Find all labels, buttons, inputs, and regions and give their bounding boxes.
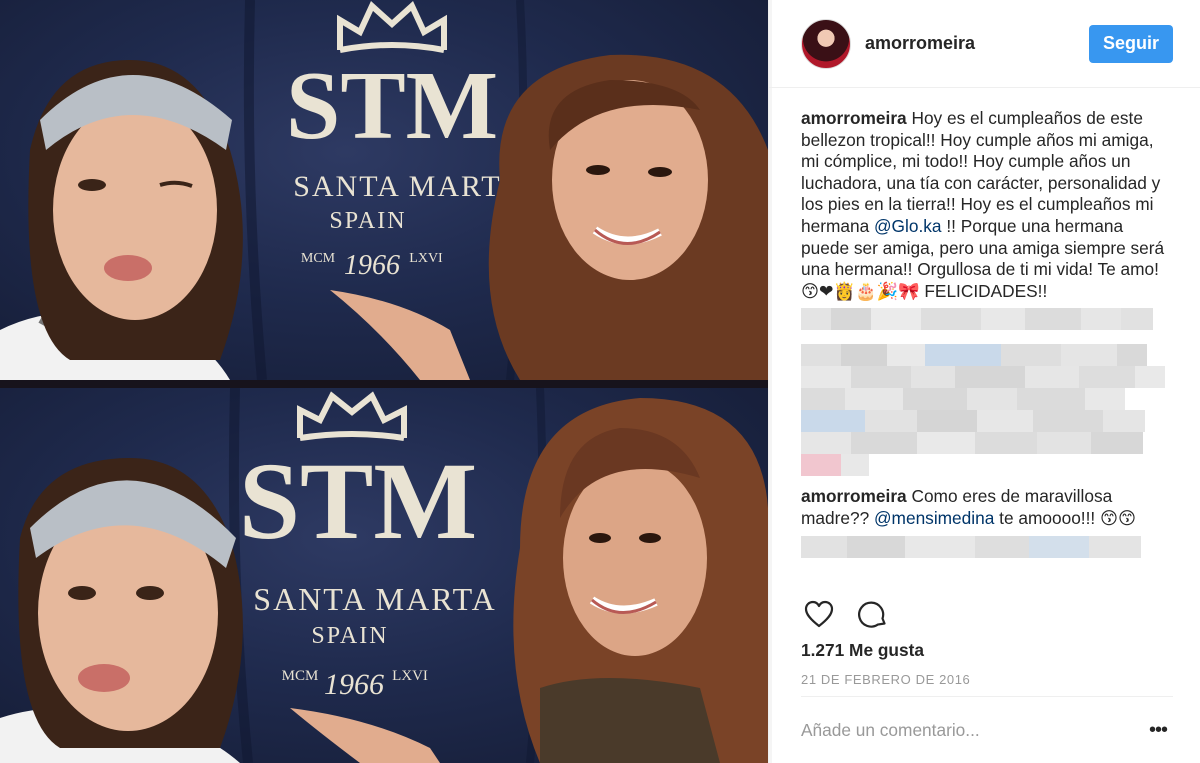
brand-country-2: SPAIN	[311, 623, 388, 649]
brand-country: SPAIN	[329, 208, 406, 234]
blurred-line	[801, 388, 1173, 411]
photo-panel-bottom: STM SANTA MARTA SPAIN MCM 1966 LXVI	[0, 388, 768, 763]
comment-bubble-icon	[858, 601, 886, 628]
likes-count[interactable]: 1.271 Me gusta	[801, 640, 924, 661]
person-left	[0, 60, 243, 380]
caption-username[interactable]: amorromeira	[801, 108, 907, 128]
blurred-line	[801, 308, 1173, 331]
post-date[interactable]: 21 de febrero de 2016	[801, 672, 970, 687]
comment-2-username[interactable]: amorromeira	[801, 486, 907, 506]
photo-illustration-top: STM SANTA MARTA SPAIN MCM 1966 LXVI	[0, 0, 768, 380]
blurred-comments	[801, 308, 1173, 477]
comments-list: amorromeira Hoy es el cumpleaños de este…	[801, 108, 1173, 588]
follow-button[interactable]: Seguir	[1089, 24, 1173, 63]
brand-year-2: 1966	[324, 668, 384, 701]
brand-year-right-2: LXVI	[392, 668, 428, 684]
brand-year-right: LXVI	[409, 251, 443, 266]
blurred-line	[801, 410, 1173, 433]
photo-illustration-bottom: STM SANTA MARTA SPAIN MCM 1966 LXVI	[0, 388, 768, 763]
instagram-post: STM SANTA MARTA SPAIN MCM 1966 LXVI STM …	[0, 0, 1200, 763]
caption: amorromeira Hoy es el cumpleaños de este…	[801, 108, 1173, 302]
comment-2-text-2: te amoooo!!! 😙😙	[994, 507, 1137, 528]
brand-year: 1966	[344, 250, 400, 281]
photo-panel-top: STM SANTA MARTA SPAIN MCM 1966 LXVI	[0, 0, 768, 380]
heart-icon	[804, 600, 834, 628]
brand-name: SANTA MARTA	[293, 170, 523, 203]
post-photo[interactable]: STM SANTA MARTA SPAIN MCM 1966 LXVI STM …	[0, 0, 772, 763]
blurred-line	[801, 366, 1173, 389]
caption-mention[interactable]: @Glo.ka	[874, 216, 942, 236]
brand-year-left-2: MCM	[282, 668, 319, 684]
comment-input[interactable]	[801, 719, 1143, 741]
brand-year-left: MCM	[301, 251, 336, 266]
blurred-comments-2	[801, 535, 1173, 558]
comment-button[interactable]	[855, 596, 891, 632]
comment-2: amorromeira Como eres de maravillosa mad…	[801, 486, 1173, 529]
collage-divider	[0, 380, 768, 388]
avatar[interactable]	[801, 18, 851, 69]
blurred-line	[801, 432, 1173, 455]
blurred-line	[801, 344, 1173, 367]
brand-name-2: SANTA MARTA	[253, 581, 496, 617]
brand-monogram-2: STM	[239, 440, 477, 562]
post-header: amorromeira Seguir	[769, 0, 1200, 88]
brand-monogram: STM	[286, 52, 498, 160]
blurred-line	[801, 454, 1173, 477]
like-button[interactable]	[801, 596, 837, 632]
add-comment-bar: •••	[801, 696, 1173, 763]
comment-2-mention[interactable]: @mensimedina	[874, 508, 994, 528]
person-left-2	[0, 458, 243, 763]
post-sidebar: amorromeira Seguir amorromeira Hoy es el…	[768, 0, 1200, 763]
header-username[interactable]: amorromeira	[865, 33, 1089, 54]
action-bar	[801, 596, 909, 632]
blurred-line	[801, 535, 1173, 558]
more-options-icon[interactable]: •••	[1143, 715, 1173, 745]
